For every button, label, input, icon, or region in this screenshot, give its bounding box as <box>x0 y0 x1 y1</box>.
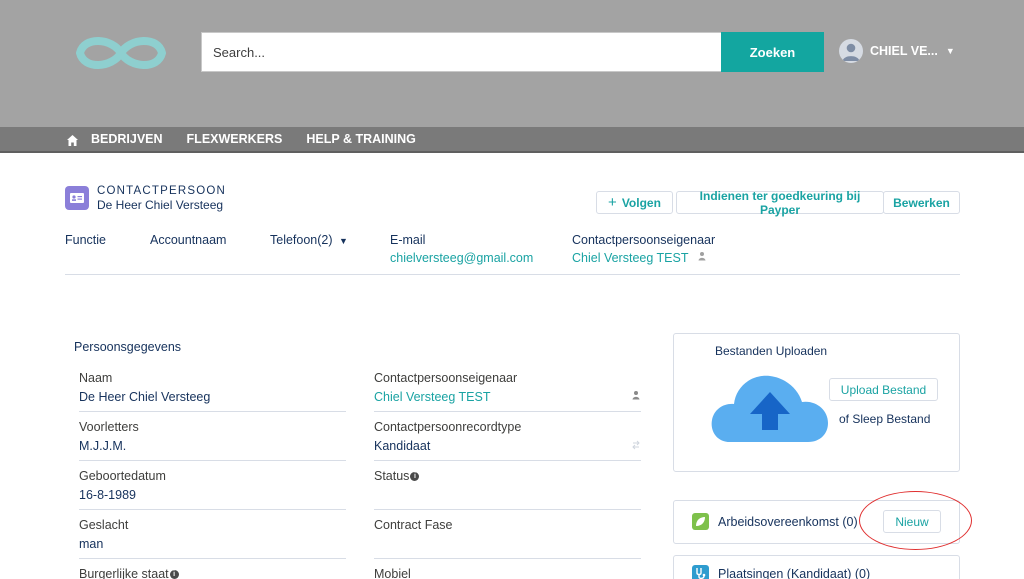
nav-item-help-training[interactable]: HELP & TRAINING <box>306 132 416 146</box>
edit-button[interactable]: Bewerken <box>883 191 960 214</box>
field-label-status: Status i <box>374 469 420 483</box>
related-title-arbeidsovereenkomst[interactable]: Arbeidsovereenkomst (0) <box>718 515 858 529</box>
annotation-highlight-ellipse <box>859 491 972 550</box>
field-divider <box>79 558 346 559</box>
upload-card-title: Bestanden Uploaden <box>715 344 828 358</box>
highlight-email-link[interactable]: chielversteeg@gmail.com <box>390 251 533 265</box>
highlights-divider <box>65 274 960 275</box>
highlight-owner-label: Contactpersoonseigenaar <box>572 233 716 247</box>
highlight-email-label: E-mail <box>390 233 426 247</box>
field-value-geslacht: man <box>79 537 104 551</box>
stethoscope-icon <box>692 565 709 579</box>
nav-item-flexwerkers[interactable]: FLEXWERKERS <box>187 132 283 146</box>
follow-button-label: Volgen <box>621 195 661 210</box>
caret-down-icon: ▼ <box>339 236 348 246</box>
field-value-owner-link[interactable]: Chiel Versteeg TEST <box>374 390 491 404</box>
infinity-logo[interactable] <box>74 30 168 76</box>
highlight-owner-link[interactable]: Chiel Versteeg TEST <box>572 251 689 265</box>
field-label-naam: Naam <box>79 371 113 385</box>
change-recordtype-icon[interactable] <box>631 440 641 450</box>
field-label-burgerlijke-staat: Burgerlijke staat i <box>79 567 179 579</box>
leaf-icon <box>692 513 709 530</box>
cloud-upload-icon[interactable] <box>710 362 830 444</box>
search-button[interactable]: Zoeken <box>721 32 824 72</box>
info-icon[interactable]: i <box>410 472 420 482</box>
field-divider <box>79 411 346 412</box>
record-type-label: CONTACTPERSOON <box>97 185 227 197</box>
section-title-persoonsgegevens: Persoonsgegevens <box>74 340 182 354</box>
field-divider <box>374 558 641 559</box>
field-value-recordtype: Kandidaat <box>374 439 431 453</box>
change-owner-icon[interactable] <box>631 390 641 400</box>
telefoon-label: Telefoon(2) <box>270 233 333 247</box>
follow-button[interactable]: + Volgen <box>596 191 673 214</box>
field-label-geslacht: Geslacht <box>79 518 129 532</box>
caret-down-icon: ▼ <box>945 46 955 56</box>
related-title-plaatsingen[interactable]: Plaatsingen (Kandidaat) (0) <box>718 567 870 579</box>
field-divider <box>374 460 641 461</box>
user-avatar-icon <box>839 39 863 63</box>
home-icon[interactable] <box>66 134 79 147</box>
field-label-text: Burgerlijke staat <box>79 567 169 579</box>
drop-file-text: of Sleep Bestand <box>839 412 931 426</box>
field-label-mobiel: Mobiel <box>374 567 411 579</box>
field-divider <box>374 411 641 412</box>
field-divider <box>79 509 346 510</box>
field-divider <box>374 509 641 510</box>
field-divider <box>79 460 346 461</box>
field-label-contract-fase: Contract Fase <box>374 518 453 532</box>
search-input[interactable] <box>201 32 722 72</box>
plus-icon: + <box>608 194 617 211</box>
user-menu[interactable]: CHIEL VE... ▼ <box>839 39 955 63</box>
field-label-geboortedatum: Geboortedatum <box>79 469 166 483</box>
field-label-owner: Contactpersoonseigenaar <box>374 371 518 385</box>
upload-file-button[interactable]: Upload Bestand <box>829 378 938 401</box>
submit-approval-button[interactable]: Indienen ter goedkeuring bij Payper <box>676 189 884 217</box>
change-owner-icon[interactable] <box>697 251 707 261</box>
main-nav: BEDRIJVEN FLEXWERKERS HELP & TRAINING <box>0 127 1024 153</box>
field-label-text: Status <box>374 469 410 483</box>
info-icon[interactable]: i <box>169 570 179 579</box>
field-value-geboortedatum: 16-8-1989 <box>79 488 136 502</box>
highlight-telefoon-dropdown[interactable]: Telefoon(2) ▼ <box>270 233 348 247</box>
nav-item-bedrijven[interactable]: BEDRIJVEN <box>91 132 163 146</box>
user-name: CHIEL VE... <box>870 44 938 58</box>
contact-card-icon <box>65 186 89 210</box>
highlight-accountnaam-label: Accountnaam <box>150 233 227 247</box>
field-value-voorletters: M.J.J.M. <box>79 439 127 453</box>
field-value-naam: De Heer Chiel Versteeg <box>79 390 211 404</box>
app-header: Zoeken CHIEL VE... ▼ <box>0 0 1024 127</box>
record-name: De Heer Chiel Versteeg <box>97 198 224 212</box>
field-label-recordtype: Contactpersoonrecordtype <box>374 420 522 434</box>
field-label-voorletters: Voorletters <box>79 420 139 434</box>
highlight-functie-label: Functie <box>65 233 106 247</box>
